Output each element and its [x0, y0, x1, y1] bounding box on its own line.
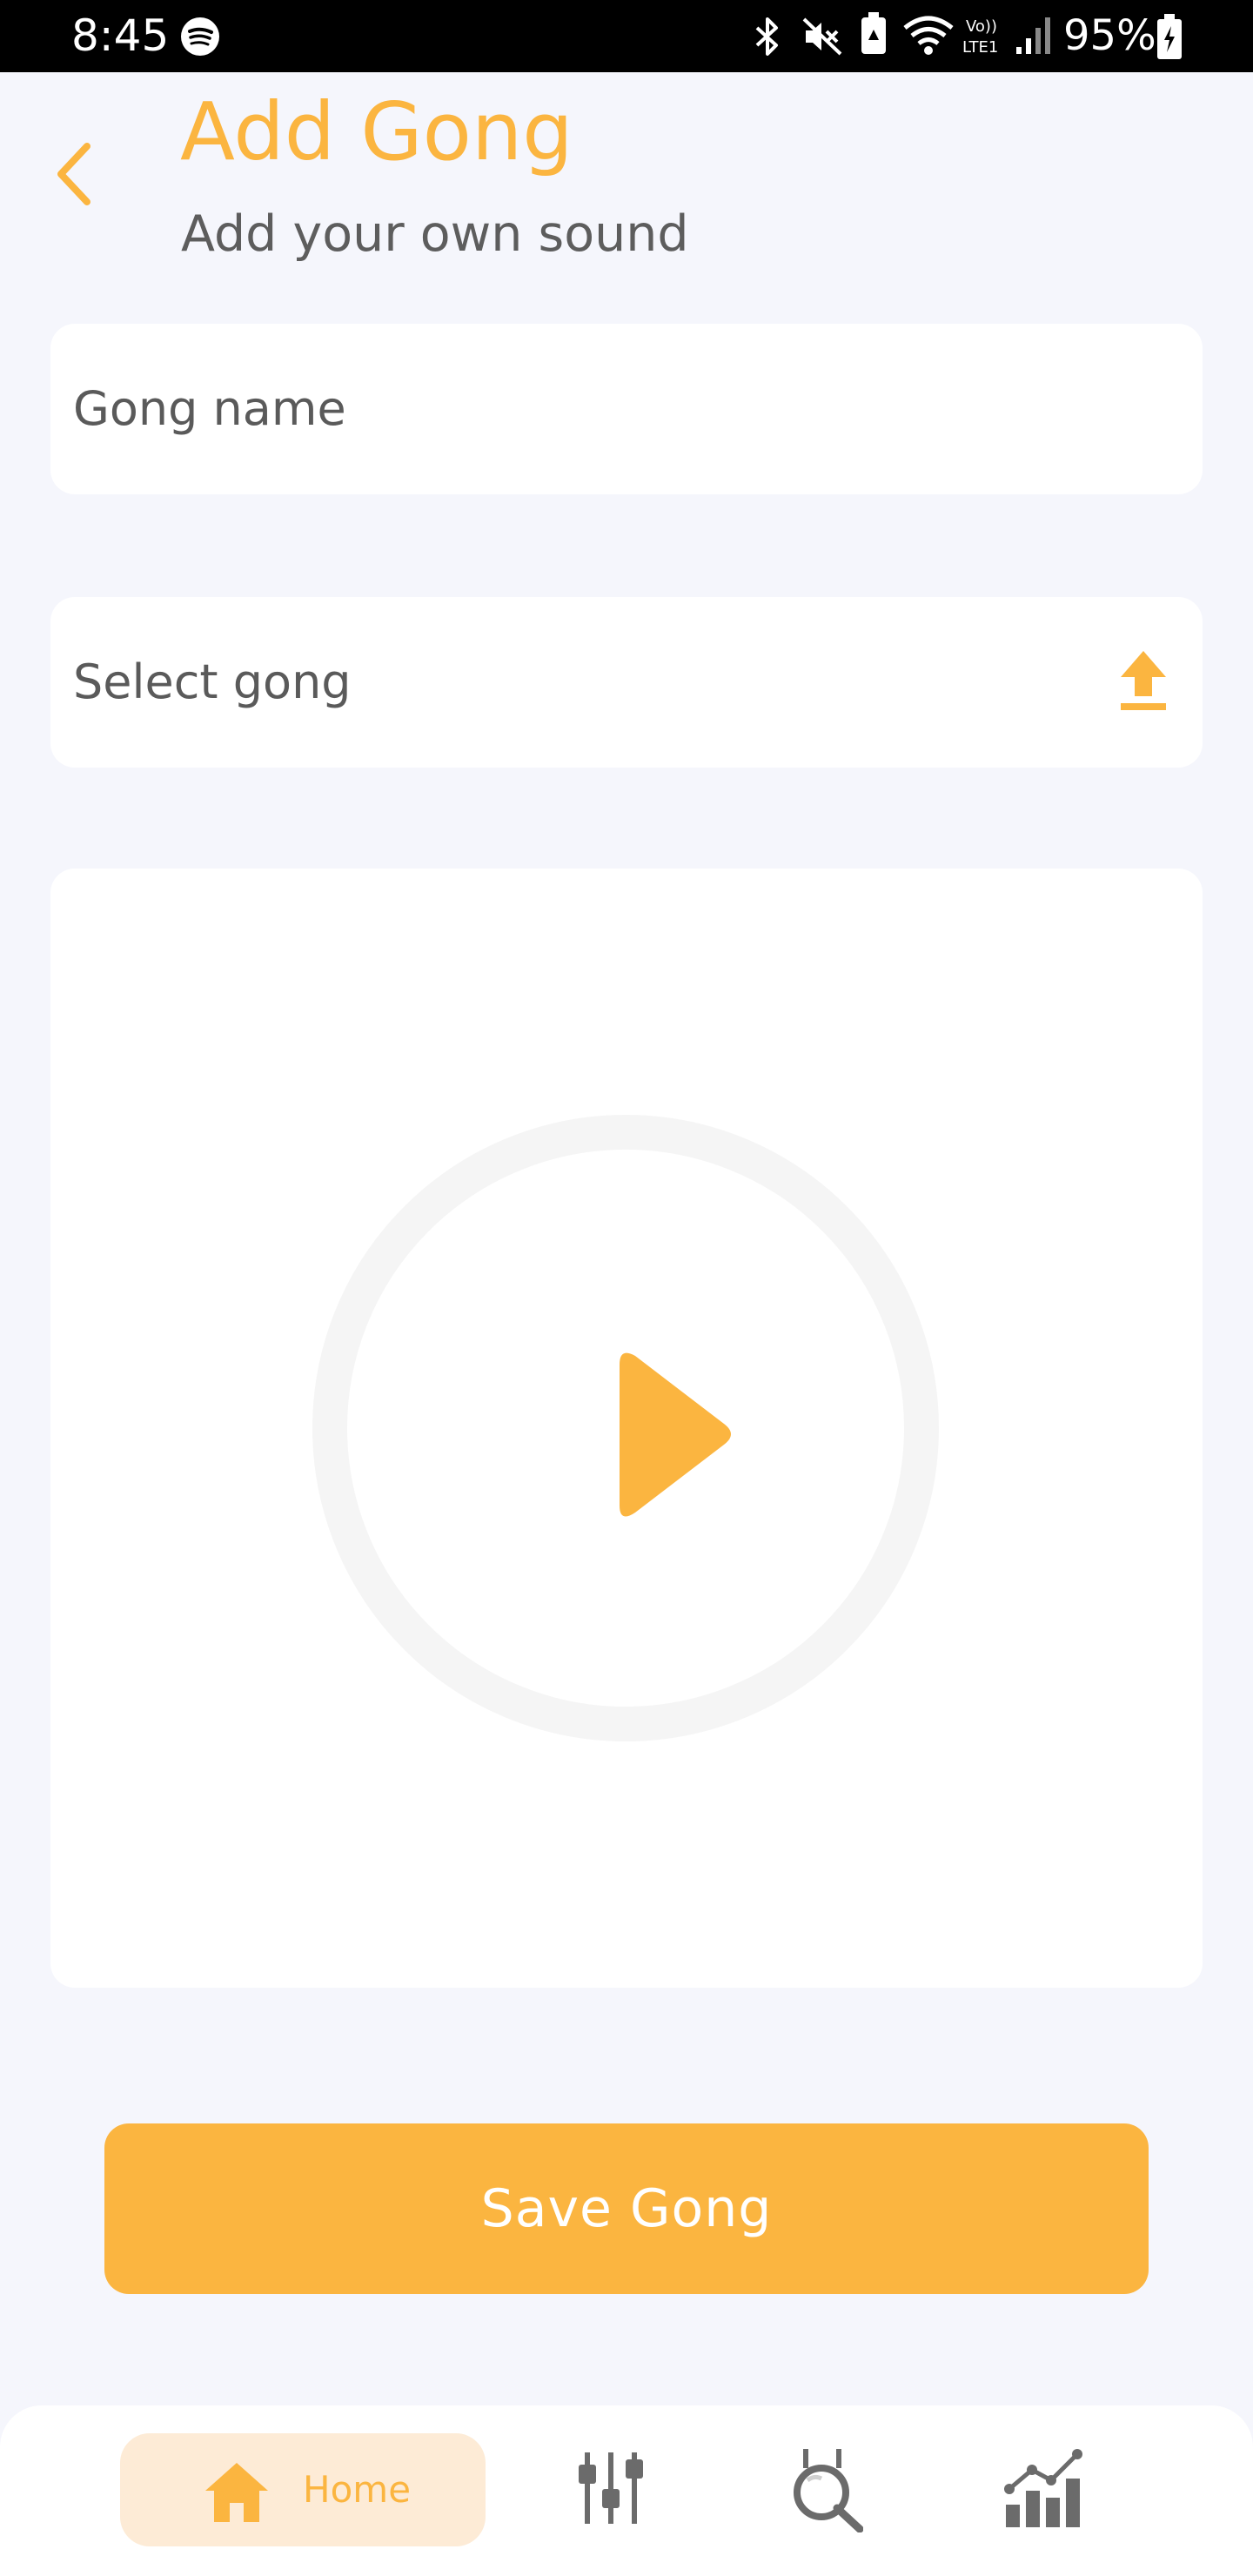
bluetooth-icon [755, 17, 778, 56]
chevron-left-icon [57, 143, 90, 205]
select-gong-field[interactable]: Select gong [50, 597, 1203, 768]
svg-text:LTE1: LTE1 [962, 38, 998, 57]
page-title: Add Gong [180, 85, 573, 178]
play-icon[interactable] [571, 1330, 745, 1547]
sliders-icon[interactable] [578, 2449, 644, 2527]
home-icon [205, 2463, 268, 2522]
signal-icon [1016, 17, 1050, 54]
select-gong-label: Select gong [73, 654, 352, 709]
save-gong-button[interactable]: Save Gong [104, 2123, 1149, 2294]
upload-icon[interactable] [1117, 649, 1169, 712]
battery-saver-icon [861, 12, 886, 54]
page-subtitle: Add your own sound [181, 205, 689, 263]
status-bar: 8:45 Vo)) LTE1 95% [0, 0, 1253, 72]
back-button[interactable] [35, 131, 113, 218]
stats-chart-icon[interactable] [1002, 2444, 1084, 2529]
battery-icon [1157, 14, 1182, 59]
nav-home-label: Home [303, 2468, 412, 2511]
bottom-nav: Home [0, 2405, 1253, 2576]
nav-item-home[interactable]: Home [120, 2433, 486, 2546]
gong-name-field[interactable]: Gong name [50, 324, 1203, 494]
gong-name-placeholder: Gong name [73, 381, 346, 436]
mute-icon [802, 17, 842, 56]
battery-percent: 95% [1063, 11, 1156, 60]
status-time: 8:45 [71, 10, 170, 61]
save-gong-label: Save Gong [480, 2178, 773, 2239]
player-card [50, 869, 1203, 1988]
volte-icon: Vo)) LTE1 [962, 17, 998, 57]
svg-text:Vo)): Vo)) [966, 17, 997, 36]
drum-icon[interactable] [790, 2445, 863, 2532]
spotify-icon [181, 17, 219, 56]
wifi-icon [903, 16, 954, 55]
